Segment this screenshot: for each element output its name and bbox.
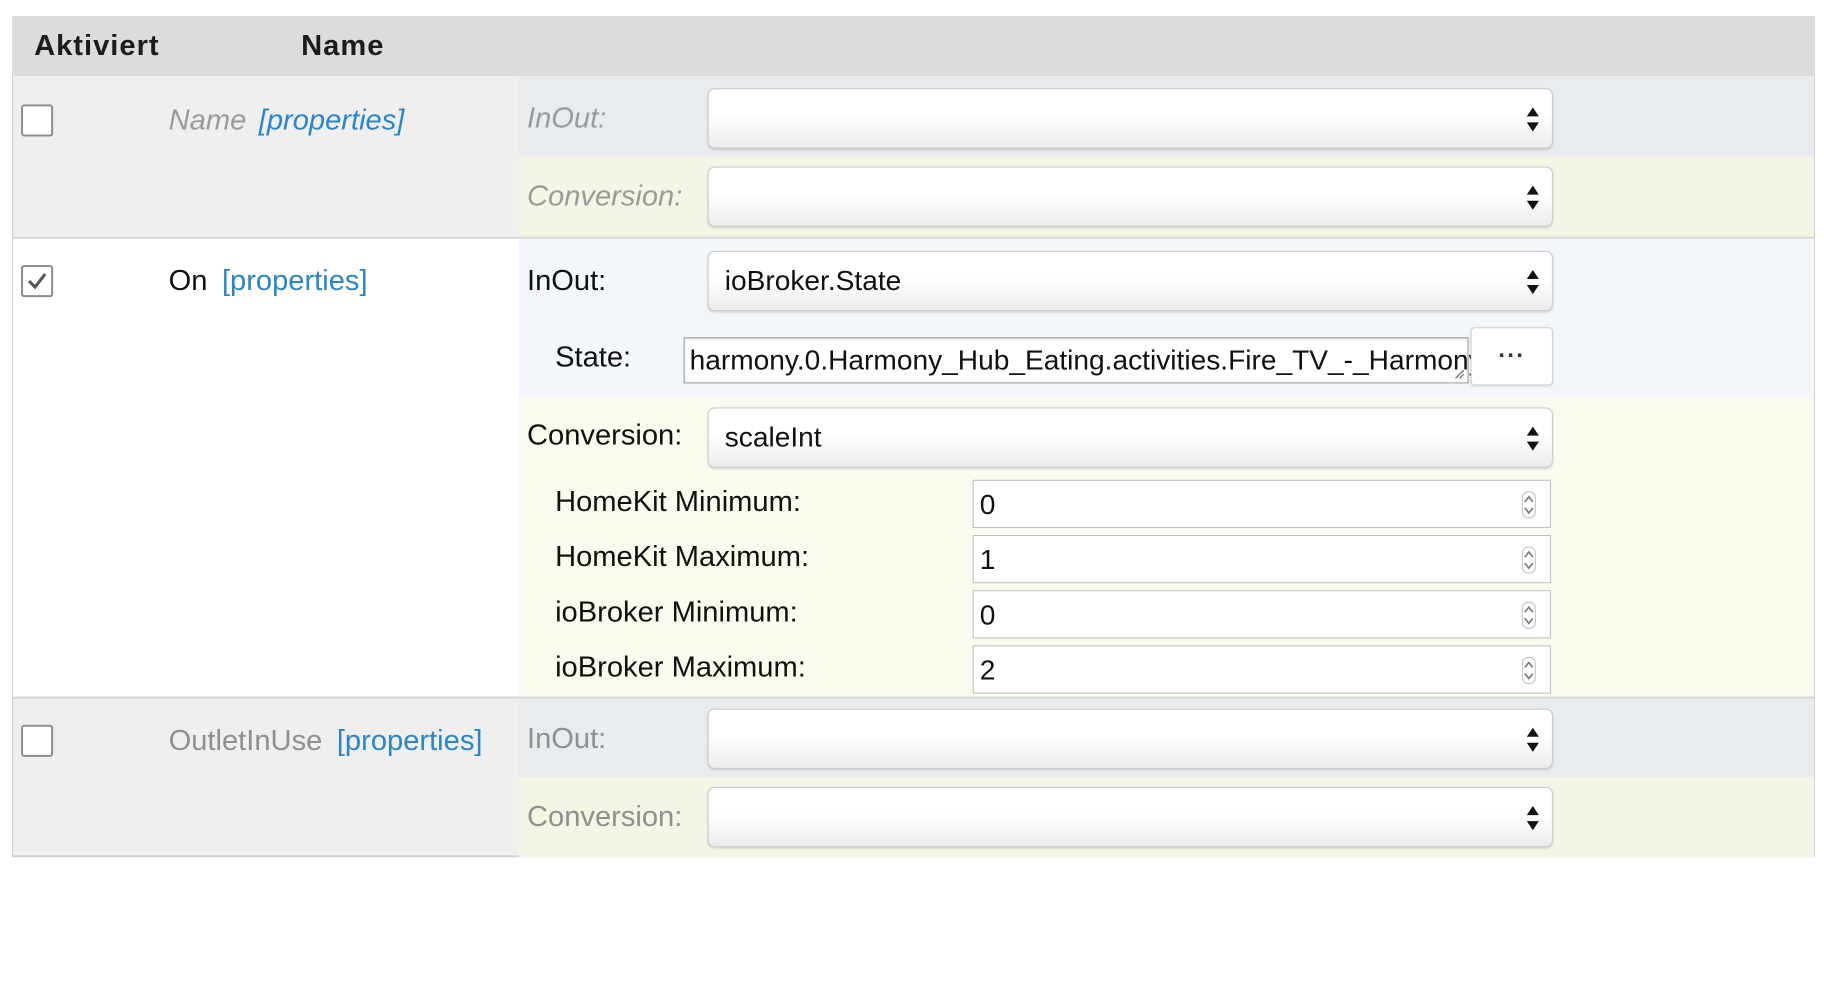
characteristic-title: OutletInUse [properties] xyxy=(168,725,482,758)
characteristic-row-name: Name [properties] InOut: Conversion: xyxy=(11,76,1815,238)
conversion-select-value: scaleInt xyxy=(724,421,822,454)
characteristic-title: On [properties] xyxy=(168,265,367,298)
state-label: State: xyxy=(554,341,631,374)
iobroker-max-input[interactable]: 2 xyxy=(972,645,1551,694)
state-browse-button[interactable]: ··· xyxy=(1470,327,1553,386)
spinner-arrows-icon[interactable] xyxy=(1521,546,1536,575)
select-arrows-icon xyxy=(1526,186,1539,211)
inout-select[interactable]: ioBroker.State xyxy=(707,251,1553,312)
column-header-name: Name xyxy=(300,30,385,63)
state-input[interactable]: harmony.0.Harmony_Hub_Eating.activities.… xyxy=(683,337,1482,384)
inout-label: InOut: xyxy=(526,723,606,756)
conversion-panel: Conversion: scaleInt HomeKit Minimum: 0 … xyxy=(518,397,1814,697)
enable-checkbox[interactable] xyxy=(20,265,53,298)
homekit-min-input[interactable]: 0 xyxy=(972,480,1551,529)
homekit-max-input[interactable]: 1 xyxy=(972,535,1551,584)
select-arrows-icon xyxy=(1526,806,1539,831)
conversion-panel: Conversion: xyxy=(518,777,1814,858)
characteristic-name: OutletInUse xyxy=(168,725,323,758)
inout-select[interactable] xyxy=(707,88,1553,149)
conversion-label: Conversion: xyxy=(526,801,683,834)
state-input-value: harmony.0.Harmony_Hub_Eating.activities.… xyxy=(689,344,1483,376)
param-label-iobroker-min: ioBroker Minimum: xyxy=(554,596,798,629)
characteristic-name: On xyxy=(168,265,208,298)
checkmark-icon xyxy=(27,273,47,290)
iobroker-max-value: 2 xyxy=(979,654,996,686)
inout-label: InOut: xyxy=(526,102,606,135)
conversion-select[interactable] xyxy=(707,787,1553,848)
characteristic-name: Name xyxy=(168,104,246,137)
param-label-homekit-min: HomeKit Minimum: xyxy=(554,486,801,519)
properties-link[interactable]: [properties] xyxy=(337,725,483,757)
inout-select-value: ioBroker.State xyxy=(724,265,901,297)
characteristic-title: Name [properties] xyxy=(168,105,404,138)
spinner-arrows-icon[interactable] xyxy=(1521,657,1536,685)
param-label-iobroker-max: ioBroker Maximum: xyxy=(554,651,806,684)
resize-grip-icon[interactable] xyxy=(1452,368,1464,380)
select-arrows-icon xyxy=(1526,107,1539,132)
conversion-select[interactable] xyxy=(707,166,1553,228)
select-arrows-icon xyxy=(1526,426,1539,452)
select-arrows-icon xyxy=(1526,728,1539,753)
conversion-select[interactable]: scaleInt xyxy=(707,407,1553,469)
properties-link[interactable]: [properties] xyxy=(222,265,368,297)
inout-panel: InOut: ioBroker.State State: harmony.0.H… xyxy=(518,239,1814,398)
iobroker-min-value: 0 xyxy=(979,599,996,631)
inout-select[interactable] xyxy=(707,709,1553,770)
column-header-enabled: Aktiviert xyxy=(33,30,160,63)
select-arrows-icon xyxy=(1526,270,1539,295)
param-label-homekit-max: HomeKit Maximum: xyxy=(554,541,809,574)
homekit-max-value: 1 xyxy=(979,544,996,576)
conversion-label: Conversion: xyxy=(526,181,683,214)
ellipsis-icon: ··· xyxy=(1497,342,1526,370)
homekit-min-value: 0 xyxy=(979,489,996,521)
spinner-arrows-icon[interactable] xyxy=(1521,491,1536,519)
enable-checkbox[interactable] xyxy=(20,725,53,758)
enable-checkbox[interactable] xyxy=(20,104,53,137)
conversion-label: Conversion: xyxy=(526,419,683,453)
spinner-arrows-icon[interactable] xyxy=(1521,602,1536,630)
inout-panel: InOut: xyxy=(518,76,1814,157)
characteristic-row-outletinuse: OutletInUse [properties] InOut: Conversi… xyxy=(11,698,1815,858)
conversion-panel: Conversion: xyxy=(518,156,1814,238)
inout-panel: InOut: xyxy=(518,698,1814,778)
inout-label: InOut: xyxy=(526,265,606,298)
table-header: Aktiviert Name xyxy=(11,16,1815,77)
characteristic-row-on: On [properties] InOut: ioBroker.State St… xyxy=(11,239,1815,697)
iobroker-min-input[interactable]: 0 xyxy=(972,590,1551,639)
properties-link[interactable]: [properties] xyxy=(258,105,404,137)
